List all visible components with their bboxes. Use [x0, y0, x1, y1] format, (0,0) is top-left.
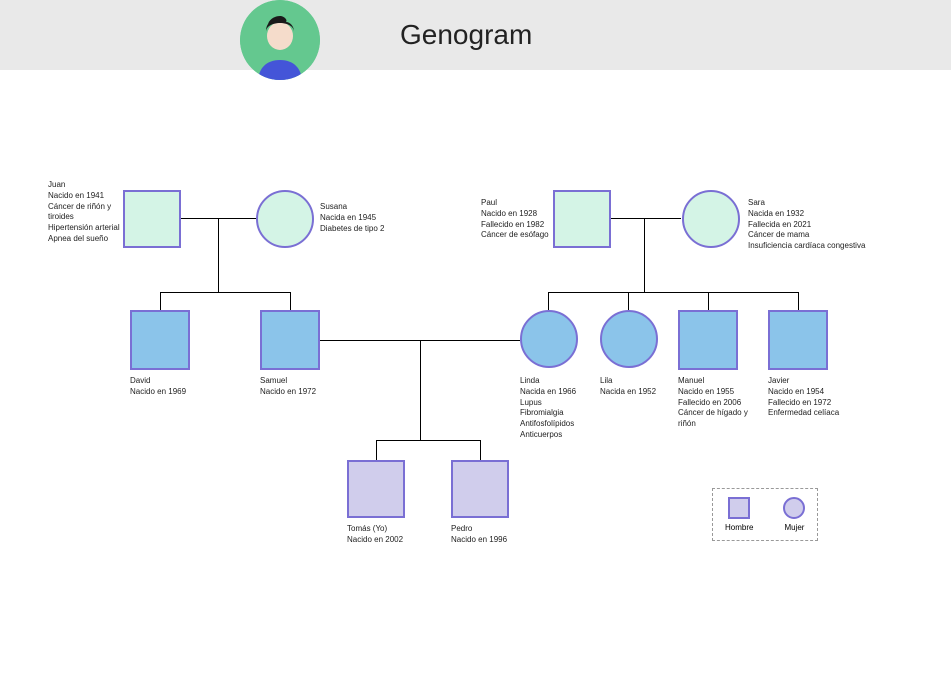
label-pedro: Pedro Nacido en 1996: [451, 524, 507, 546]
legend-male-label: Hombre: [725, 523, 753, 532]
label-paul: Paul Nacido en 1928 Fallecido en 1982 Cá…: [481, 198, 549, 241]
label-linda: Linda Nacida en 1966 Lupus Fibromialgia …: [520, 376, 576, 441]
node-javier: [768, 310, 828, 370]
label-lila: Lila Nacida en 1952: [600, 376, 656, 398]
label-juan: Juan Nacido en 1941 Cáncer de riñón y ti…: [48, 180, 120, 245]
node-manuel: [678, 310, 738, 370]
header: Genogram: [0, 0, 951, 70]
label-susana: Susana Nacida en 1945 Diabetes de tipo 2: [320, 202, 385, 234]
page-title: Genogram: [400, 19, 532, 51]
node-juan: [123, 190, 181, 248]
node-tomas: [347, 460, 405, 518]
node-paul: [553, 190, 611, 248]
node-susana: [256, 190, 314, 248]
node-sara: [682, 190, 740, 248]
legend-circle-icon: [783, 497, 805, 519]
label-david: David Nacido en 1969: [130, 376, 186, 398]
node-lila: [600, 310, 658, 368]
label-tomas: Tomás (Yo) Nacido en 2002: [347, 524, 403, 546]
legend-male: Hombre: [725, 497, 753, 532]
avatar: [240, 0, 320, 80]
label-sara: Sara Nacida en 1932 Fallecida en 2021 Cá…: [748, 198, 865, 252]
label-javier: Javier Nacido en 1954 Fallecido en 1972 …: [768, 376, 839, 419]
legend-square-icon: [728, 497, 750, 519]
legend-female: Mujer: [783, 497, 805, 532]
node-david: [130, 310, 190, 370]
node-pedro: [451, 460, 509, 518]
label-samuel: Samuel Nacido en 1972: [260, 376, 316, 398]
node-linda: [520, 310, 578, 368]
genogram-canvas: Juan Nacido en 1941 Cáncer de riñón y ti…: [0, 70, 951, 690]
node-samuel: [260, 310, 320, 370]
label-manuel: Manuel Nacido en 1955 Fallecido en 2006 …: [678, 376, 748, 430]
legend: Hombre Mujer: [712, 488, 818, 541]
legend-female-label: Mujer: [784, 523, 804, 532]
